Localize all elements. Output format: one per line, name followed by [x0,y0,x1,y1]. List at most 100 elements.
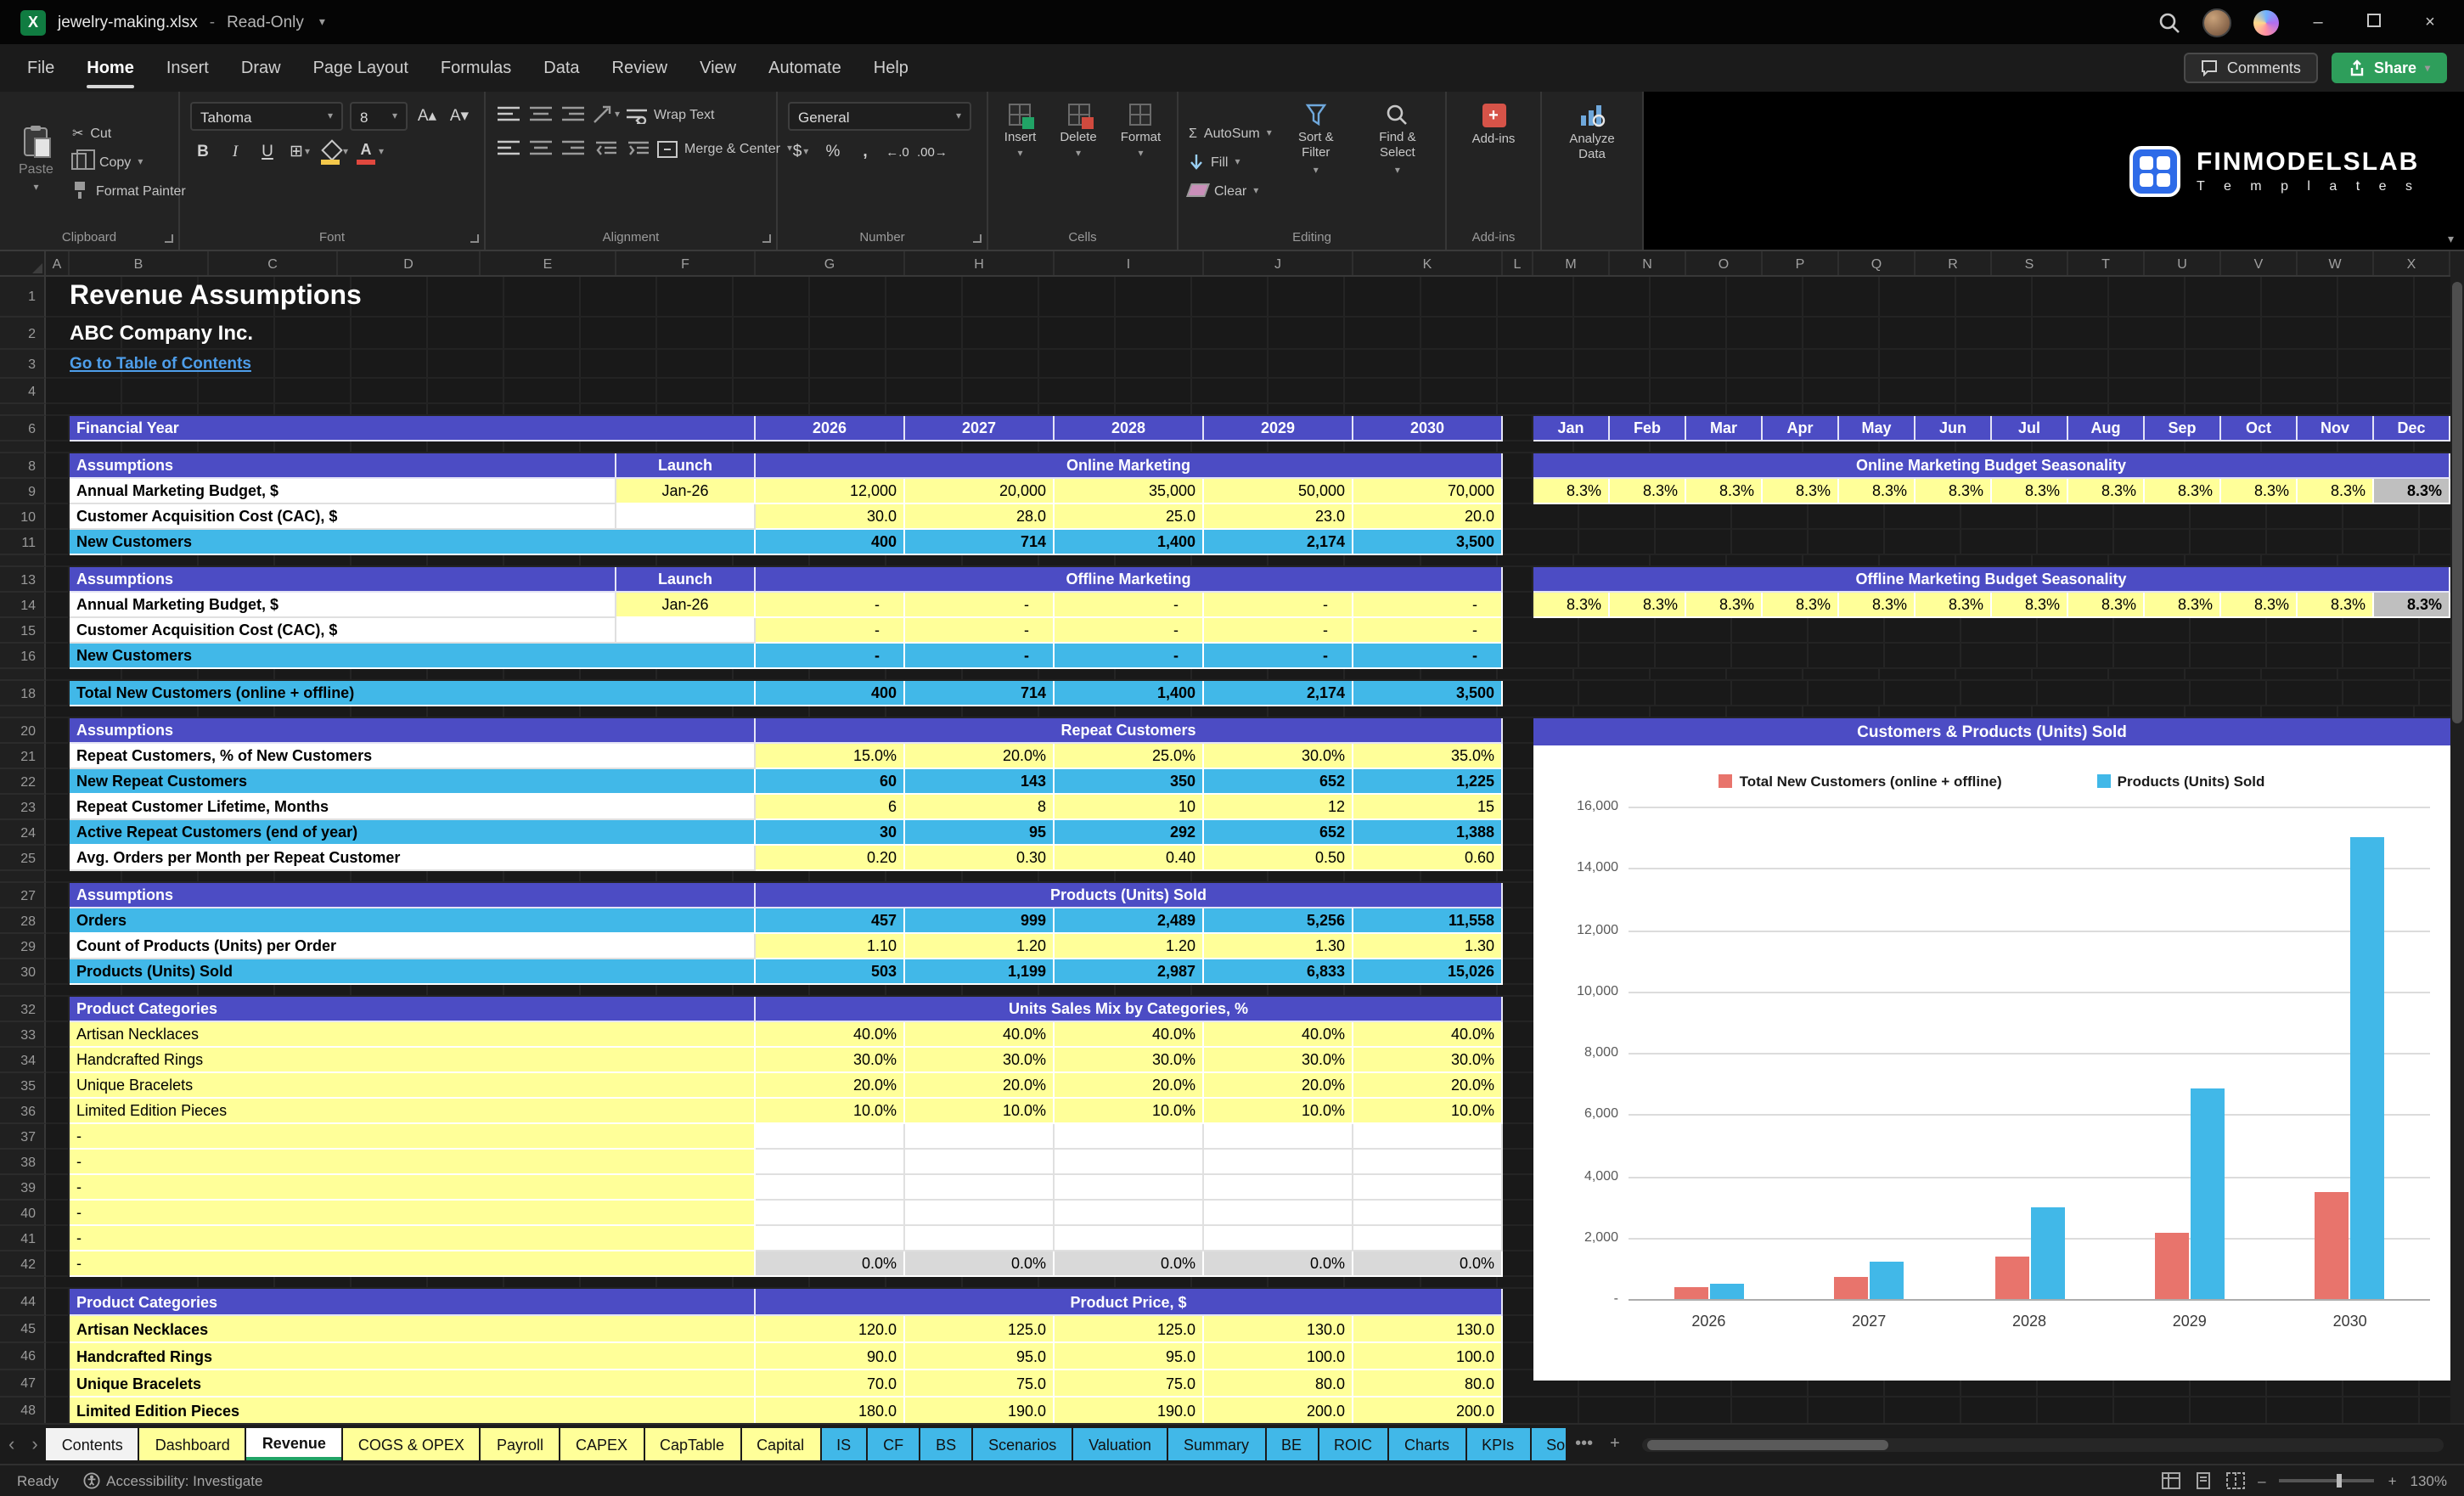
row-header-11[interactable]: 11 [0,530,46,555]
cell-r23[interactable]: 10 [1055,795,1204,820]
cell-r22[interactable]: New Repeat Customers [70,769,756,795]
cell-r33[interactable]: 40.0% [905,1022,1055,1048]
sheet-tab-scenarios[interactable]: Scenarios [973,1428,1072,1460]
cell-r9[interactable]: 35,000 [1055,479,1204,504]
cell-r22[interactable]: 60 [756,769,905,795]
cell-r47[interactable]: 70.0 [756,1370,905,1398]
cell-r38[interactable] [905,1150,1055,1175]
row-header-24[interactable]: 24 [0,820,46,846]
sheet-tab-cogs-opex[interactable]: COGS & OPEX [343,1428,480,1460]
cell-r6[interactable]: Financial Year [70,416,756,441]
cell-r10[interactable]: 25.0 [1055,504,1204,530]
cell-r14[interactable]: - [1353,593,1503,618]
cell-r34[interactable]: 30.0% [1055,1048,1204,1073]
cell-r47[interactable]: 80.0 [1204,1370,1353,1398]
cell-r13[interactable]: Offline Marketing Budget Seasonality [1533,567,2450,593]
cell-r15[interactable]: - [756,618,905,644]
sheet-tab-captable[interactable]: CapTable [644,1428,740,1460]
sheet-tab-valuation[interactable]: Valuation [1073,1428,1167,1460]
cell-r14[interactable]: 8.3% [1686,593,1763,618]
column-header-R[interactable]: R [1916,251,1992,275]
cell-r18[interactable]: 1,400 [1055,681,1204,706]
row-header-38[interactable]: 38 [0,1150,46,1175]
cell-r35[interactable]: 20.0% [756,1073,905,1099]
cell-r30[interactable]: 1,199 [905,959,1055,985]
sheet-tab-is[interactable]: IS [821,1428,866,1460]
row-header-6[interactable]: 6 [0,416,46,441]
cell-r9[interactable]: 8.3% [2298,479,2374,504]
fill-button[interactable]: Fill▾ [1189,150,1272,172]
cell-r6[interactable]: 2028 [1055,416,1204,441]
cell-r23[interactable]: Repeat Customer Lifetime, Months [70,795,756,820]
row-header-14[interactable]: 14 [0,593,46,618]
cell-r41[interactable] [1055,1226,1204,1251]
row-header-19[interactable] [0,706,46,718]
percent-style-button[interactable]: % [820,139,846,165]
menu-tab-data[interactable]: Data [543,44,579,92]
column-header-W[interactable]: W [2298,251,2374,275]
cell-r33[interactable]: 40.0% [1055,1022,1204,1048]
cell-r14[interactable]: 8.3% [2374,593,2450,618]
decrease-decimal-button[interactable]: .00→ [917,139,948,165]
cell-r45[interactable]: 120.0 [756,1316,905,1343]
insert-cells-button[interactable]: Insert▾ [998,102,1044,221]
page-break-view-icon[interactable] [2225,1472,2244,1489]
row-header-23[interactable]: 23 [0,795,46,820]
row-header-43[interactable] [0,1277,46,1289]
cell-r15[interactable]: Customer Acquisition Cost (CAC), $ [70,618,616,644]
row-header-18[interactable]: 18 [0,681,46,706]
normal-view-icon[interactable] [2161,1472,2180,1489]
cell-r6[interactable] [1503,416,1533,441]
search-icon[interactable] [2158,11,2180,33]
cell-r32[interactable]: Units Sales Mix by Categories, % [756,997,1503,1022]
row-header-7[interactable] [0,441,46,453]
cell-r15[interactable]: - [1353,618,1503,644]
font-dialog-launcher[interactable] [470,234,479,243]
cell-r30[interactable]: 15,026 [1353,959,1503,985]
clipboard-dialog-launcher[interactable] [165,234,173,243]
cell-r42[interactable]: 0.0% [1204,1251,1353,1277]
column-header-J[interactable]: J [1204,251,1353,275]
column-header-T[interactable]: T [2068,251,2145,275]
cell-r37[interactable] [1055,1124,1204,1150]
cell-r16[interactable]: New Customers [70,644,756,669]
cell-r48[interactable]: 200.0 [1204,1398,1353,1423]
cell-r20[interactable]: Repeat Customers [756,718,1503,744]
row-header-15[interactable]: 15 [0,618,46,644]
cell-r10[interactable]: Customer Acquisition Cost (CAC), $ [70,504,616,530]
cell-r42[interactable]: 0.0% [756,1251,905,1277]
cell-r48[interactable]: 190.0 [905,1398,1055,1423]
row-header-20[interactable]: 20 [0,718,46,744]
cell-r8[interactable]: Online Marketing [756,453,1503,479]
next-sheet-button[interactable]: › [23,1434,46,1454]
cell-r22[interactable]: 143 [905,769,1055,795]
cell-r21[interactable]: 25.0% [1055,744,1204,769]
row-header-37[interactable]: 37 [0,1124,46,1150]
prev-sheet-button[interactable]: ‹ [0,1434,23,1454]
cell-r10[interactable]: 28.0 [905,504,1055,530]
comma-style-button[interactable]: , [852,139,878,165]
font-name-select[interactable]: Tahoma▾ [190,102,343,131]
sheet-tab-charts[interactable]: Charts [1389,1428,1465,1460]
cell-r25[interactable]: 0.50 [1204,846,1353,871]
increase-font-button[interactable]: A▴ [414,104,440,129]
collapse-ribbon-icon[interactable]: ▾ [2448,233,2454,246]
cell-r47[interactable]: 80.0 [1353,1370,1503,1398]
clear-button[interactable]: Clear▾ [1189,179,1272,201]
cell-r39[interactable] [1055,1175,1204,1201]
cell-r30[interactable]: Products (Units) Sold [70,959,756,985]
cell-r42[interactable]: 0.0% [1055,1251,1204,1277]
alignment-dialog-launcher[interactable] [762,234,771,243]
zoom-slider[interactable] [2280,1479,2375,1482]
cell-r9[interactable]: 8.3% [1610,479,1686,504]
cell-r10[interactable]: 30.0 [756,504,905,530]
cell-r29[interactable]: 1.30 [1353,934,1503,959]
cell-r21[interactable]: 20.0% [905,744,1055,769]
cell-r28[interactable]: 457 [756,908,905,934]
cell-r42[interactable]: 0.0% [905,1251,1055,1277]
cell-r6[interactable]: Mar [1686,416,1763,441]
increase-decimal-button[interactable]: ←.0 [885,139,910,165]
cell-r6[interactable]: Jun [1916,416,1992,441]
row-header-33[interactable]: 33 [0,1022,46,1048]
cell-r35[interactable]: 20.0% [905,1073,1055,1099]
